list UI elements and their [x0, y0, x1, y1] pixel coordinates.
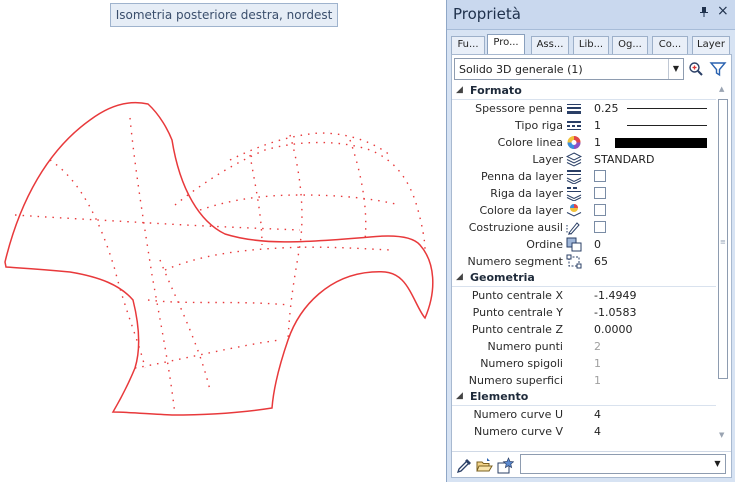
pen-from-layer-icon — [566, 169, 582, 185]
row-colore-da-layer[interactable]: Colore da layer — [452, 202, 716, 219]
model-back-7 — [249, 154, 263, 246]
model-isoline-3 — [49, 159, 146, 369]
row-tipo-riga[interactable]: Tipo riga 1 — [452, 117, 716, 134]
favorites-combo[interactable]: ▼ — [520, 454, 726, 474]
element-selector-value: Solido 3D generale (1) — [459, 63, 583, 76]
row-punto-centrale-y[interactable]: Punto centrale Y -1.0583 — [452, 304, 716, 321]
tab-libreria[interactable]: Lib... — [573, 36, 609, 54]
section-geometria[interactable]: ◢ Geometria — [452, 270, 716, 287]
row-numero-curve-v[interactable]: Numero curve V 4 — [452, 423, 716, 440]
drawing-viewport[interactable]: Isometria posteriore destra, nordest — [0, 0, 446, 482]
pin-icon[interactable] — [699, 6, 709, 21]
property-grid: ◢ Formato Spessore penna 0.25 Tipo riga … — [452, 83, 716, 443]
color-wheel-icon — [566, 135, 582, 150]
model-back-4 — [164, 246, 391, 271]
close-icon[interactable]: × — [717, 3, 729, 19]
model-isoline-4 — [134, 339, 281, 369]
selector-row: Solido 3D generale (1) ▼ — [454, 58, 729, 80]
costruzione-ausil-checkbox[interactable] — [594, 221, 606, 233]
line-type-icon — [566, 118, 582, 133]
palette-title: Proprietà — [453, 5, 521, 23]
colore-da-layer-checkbox[interactable] — [594, 204, 606, 216]
scroll-up-icon[interactable]: ▲ — [719, 85, 724, 93]
model-isoline-5 — [147, 299, 291, 306]
row-punto-centrale-x[interactable]: Punto centrale X -1.4949 — [452, 287, 716, 304]
line-color-swatch — [615, 138, 707, 148]
3d-solid-model[interactable] — [0, 0, 446, 482]
section-elemento[interactable]: ◢ Elemento — [452, 389, 716, 406]
palette-tabs: Fu... Pro... Ass... Lib... Og... Co... L… — [451, 34, 732, 54]
view-name-label: Isometria posteriore destra, nordest — [110, 3, 338, 27]
riga-da-layer-checkbox[interactable] — [594, 187, 606, 199]
scroll-down-icon[interactable]: ▼ — [719, 431, 724, 439]
favorite-star-icon[interactable] — [497, 457, 515, 474]
model-back-8 — [159, 259, 211, 391]
collapse-triangle-icon[interactable]: ◢ — [456, 272, 463, 282]
row-numero-spigoli: Numero spigoli 1 — [480, 357, 601, 370]
chevron-down-icon[interactable]: ▼ — [668, 59, 683, 79]
row-layer[interactable]: Layer STANDARD — [452, 151, 716, 168]
pen-thickness-icon — [566, 101, 582, 116]
tab-layer[interactable]: Layer — [692, 36, 730, 54]
collapse-triangle-icon[interactable]: ◢ — [456, 391, 463, 401]
model-back-2 — [229, 132, 391, 161]
row-colore-linea[interactable]: Colore linea 1 — [452, 134, 716, 151]
row-numero-punti: Numero punti 2 — [487, 340, 602, 353]
row-spessore-penna[interactable]: Spessore penna 0.25 — [452, 100, 716, 117]
tab-fu[interactable]: Fu... — [451, 36, 485, 54]
row-punto-centrale-z[interactable]: Punto centrale Z 0.0000 — [452, 321, 716, 338]
penna-da-layer-checkbox[interactable] — [594, 170, 606, 182]
filter-icon[interactable] — [709, 60, 727, 78]
row-ordine[interactable]: Ordine 0 — [452, 236, 716, 253]
element-selector[interactable]: Solido 3D generale (1) ▼ — [454, 58, 684, 80]
layer-stack-icon — [565, 152, 583, 167]
model-back-5 — [287, 134, 303, 341]
line-type-preview — [627, 125, 707, 126]
row-penna-da-layer[interactable]: Penna da layer — [452, 168, 716, 185]
open-folder-icon[interactable] — [476, 457, 493, 474]
property-grid-scrollbar[interactable]: ▲ ≡ ▼ — [716, 83, 730, 443]
segment-count-icon — [566, 254, 582, 269]
construction-pencil-icon — [566, 220, 582, 235]
section-formato[interactable]: ◢ Formato — [452, 83, 716, 100]
row-numero-segment[interactable]: Numero segment 65 — [452, 253, 716, 270]
properties-panel: Solido 3D generale (1) ▼ ◢ Formato Spess… — [451, 54, 732, 478]
line-from-layer-icon — [566, 186, 582, 202]
model-back-3 — [199, 194, 401, 211]
model-isoline-1 — [14, 214, 301, 231]
tab-oggetti[interactable]: Og... — [612, 36, 648, 54]
eyedropper-icon[interactable] — [456, 457, 473, 474]
row-riga-da-layer[interactable]: Riga da layer — [452, 185, 716, 202]
palette-bottom-toolbar: ▼ — [452, 451, 731, 477]
scrollbar-thumb[interactable]: ≡ — [718, 99, 728, 379]
row-numero-superfici: Numero superfici 1 — [468, 374, 601, 387]
draw-order-icon — [566, 237, 582, 252]
grip-icon: ≡ — [720, 238, 726, 246]
palette-title-bar: Proprietà × — [447, 0, 735, 30]
color-from-layer-icon — [566, 203, 582, 218]
model-back-1 — [174, 141, 426, 251]
zoom-in-icon[interactable] — [687, 60, 705, 78]
tab-assistente[interactable]: Ass... — [531, 36, 569, 54]
properties-palette: Proprietà × Fu... Pro... Ass... Lib... O… — [446, 0, 735, 482]
pen-line-preview — [627, 108, 707, 109]
collapse-triangle-icon[interactable]: ◢ — [456, 85, 463, 95]
row-costruzione-ausil[interactable]: Costruzione ausil — [452, 219, 716, 236]
model-isoline-2 — [129, 117, 176, 416]
model-back-6 — [349, 139, 367, 241]
chevron-down-icon[interactable]: ▼ — [710, 455, 725, 473]
row-numero-curve-u[interactable]: Numero curve U 4 — [452, 406, 716, 423]
tab-connect[interactable]: Co... — [652, 36, 688, 54]
tab-proprieta[interactable]: Pro... — [487, 34, 525, 54]
